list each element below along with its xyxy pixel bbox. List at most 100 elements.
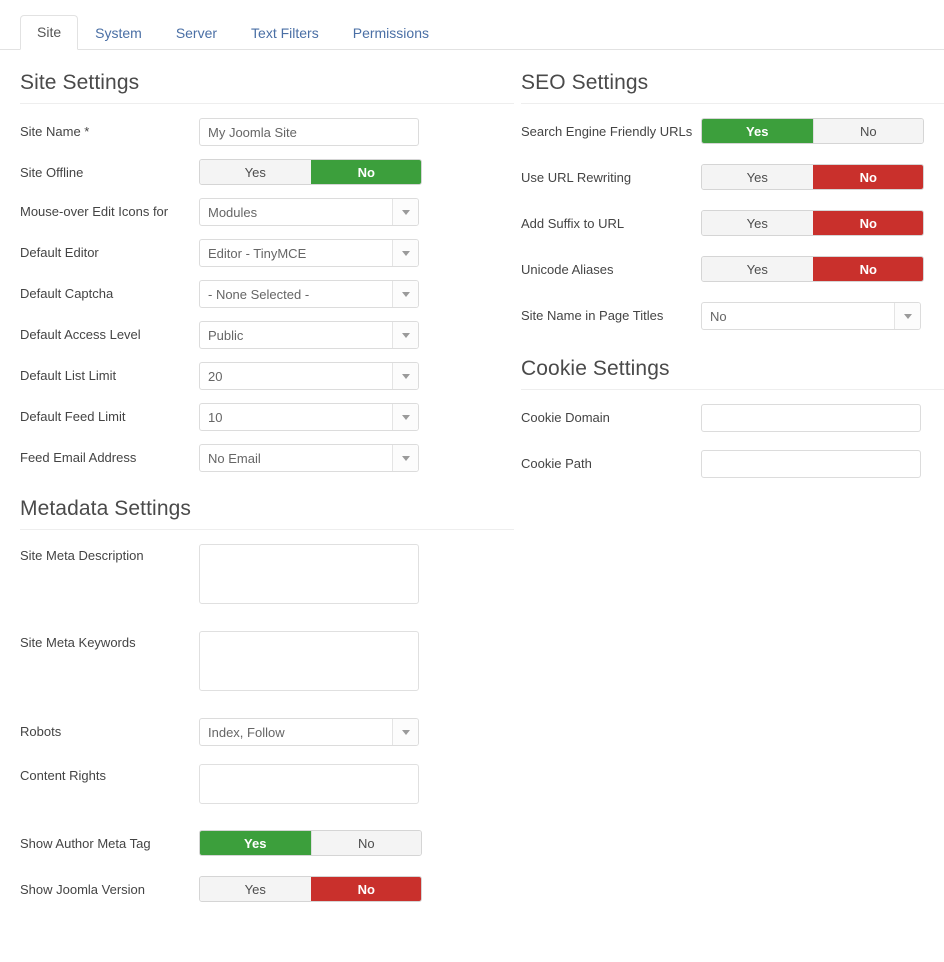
seo-settings-heading: SEO Settings — [521, 71, 649, 94]
control-cookie-domain — [701, 404, 921, 433]
label-site-offline: Site Offline — [20, 165, 84, 181]
field-row-show-author-meta-tag: Show Author Meta Tag Yes No — [20, 830, 514, 857]
default-access-level-select[interactable]: Public — [199, 321, 419, 350]
chevron-down-icon[interactable] — [894, 303, 920, 330]
control-site-name — [199, 118, 419, 147]
control-content-rights — [199, 764, 419, 809]
tab-server[interactable]: Server — [159, 16, 234, 50]
tab-permissions[interactable]: Permissions — [336, 16, 446, 50]
tab-system[interactable]: System — [78, 16, 159, 50]
field-row-cookie-path: Cookie Path — [521, 450, 944, 479]
cookie-path-input[interactable] — [701, 450, 921, 479]
control-sef-urls: Yes No — [701, 118, 924, 145]
add-suffix-yes-option[interactable]: Yes — [702, 211, 813, 236]
tab-system-label: System — [95, 25, 142, 41]
url-rewriting-toggle[interactable]: Yes No — [701, 164, 924, 191]
sef-urls-no-option[interactable]: No — [812, 119, 923, 144]
default-editor-select[interactable]: Editor - TinyMCE — [199, 239, 419, 268]
unicode-aliases-yes-option[interactable]: Yes — [702, 257, 813, 282]
site-offline-toggle[interactable]: Yes No — [199, 159, 422, 186]
site-name-in-page-titles-value: No — [710, 308, 727, 324]
chevron-down-icon[interactable] — [392, 404, 418, 431]
label-add-suffix: Add Suffix to URL — [521, 216, 625, 232]
site-offline-yes-option[interactable]: Yes — [200, 160, 311, 185]
label-site-name-in-page-titles: Site Name in Page Titles — [521, 308, 664, 324]
field-row-sef-urls: Search Engine Friendly URLs Yes No — [521, 118, 944, 145]
chevron-down-icon[interactable] — [392, 281, 418, 308]
show-joomla-version-toggle[interactable]: Yes No — [199, 876, 422, 903]
chevron-down-icon[interactable] — [392, 199, 418, 226]
chevron-down-icon[interactable] — [392, 363, 418, 390]
sef-urls-toggle[interactable]: Yes No — [701, 118, 924, 145]
content-rights-textarea[interactable] — [199, 764, 419, 805]
site-offline-no-option[interactable]: No — [310, 160, 421, 185]
control-default-captcha: - None Selected - — [199, 280, 419, 309]
url-rewriting-no-option[interactable]: No — [812, 165, 923, 190]
default-feed-limit-select[interactable]: 10 — [199, 403, 419, 432]
add-suffix-no-option[interactable]: No — [812, 211, 923, 236]
default-captcha-select[interactable]: - None Selected - — [199, 280, 419, 309]
cookie-settings-heading: Cookie Settings — [521, 357, 670, 381]
show-joomla-version-yes-option[interactable]: Yes — [200, 877, 311, 902]
field-row-show-joomla-version: Show Joomla Version Yes No — [20, 876, 514, 903]
control-default-feed-limit: 10 — [199, 403, 419, 432]
control-site-offline: Yes No — [199, 159, 422, 186]
chevron-down-icon[interactable] — [392, 445, 418, 472]
label-default-access-level: Default Access Level — [20, 327, 141, 343]
chevron-down-icon[interactable] — [392, 322, 418, 349]
site-meta-description-textarea[interactable] — [199, 544, 419, 605]
default-list-limit-select[interactable]: 20 — [199, 362, 419, 391]
control-show-joomla-version: Yes No — [199, 876, 422, 903]
field-row-default-editor: Default Editor Editor - TinyMCE — [20, 239, 514, 268]
control-unicode-aliases: Yes No — [701, 256, 924, 283]
label-show-author-meta-tag: Show Author Meta Tag — [20, 836, 151, 852]
mouseover-edit-icons-value: Modules — [208, 204, 258, 220]
default-access-level-value: Public — [208, 327, 244, 343]
chevron-down-icon[interactable] — [392, 240, 418, 267]
feed-email-address-value: No Email — [208, 450, 261, 466]
tab-text-filters[interactable]: Text Filters — [234, 16, 336, 50]
default-list-limit-value: 20 — [208, 368, 223, 384]
show-author-meta-tag-toggle[interactable]: Yes No — [199, 830, 422, 857]
show-joomla-version-no-option[interactable]: No — [310, 877, 421, 902]
field-row-mouseover-edit-icons: Mouse-over Edit Icons for Modules — [20, 198, 514, 227]
label-default-editor: Default Editor — [20, 245, 99, 261]
control-cookie-path — [701, 450, 921, 479]
add-suffix-toggle[interactable]: Yes No — [701, 210, 924, 237]
unicode-aliases-toggle[interactable]: Yes No — [701, 256, 924, 283]
field-row-default-feed-limit: Default Feed Limit 10 — [20, 403, 514, 432]
default-feed-limit-value: 10 — [208, 409, 223, 425]
cookie-domain-input[interactable] — [701, 404, 921, 433]
mouseover-edit-icons-select[interactable]: Modules — [199, 198, 419, 227]
control-show-author-meta-tag: Yes No — [199, 830, 422, 857]
field-row-default-captcha: Default Captcha - None Selected - — [20, 280, 514, 309]
show-author-meta-tag-no-option[interactable]: No — [310, 831, 421, 856]
chevron-down-icon[interactable] — [392, 719, 418, 746]
control-mouseover-edit-icons: Modules — [199, 198, 419, 227]
label-mouseover-edit-icons: Mouse-over Edit Icons for — [20, 204, 169, 220]
site-name-input[interactable] — [199, 118, 419, 147]
label-robots: Robots — [20, 724, 62, 740]
tab-site[interactable]: Site — [20, 15, 79, 50]
site-name-in-page-titles-select[interactable]: No — [701, 302, 921, 331]
label-default-captcha: Default Captcha — [20, 286, 114, 302]
feed-email-address-select[interactable]: No Email — [199, 444, 419, 473]
site-settings-divider — [20, 103, 514, 105]
label-default-feed-limit: Default Feed Limit — [20, 409, 126, 425]
site-meta-keywords-textarea[interactable] — [199, 631, 419, 692]
field-row-site-meta-description: Site Meta Description — [20, 544, 514, 609]
field-row-site-name-in-page-titles: Site Name in Page Titles No — [521, 302, 944, 331]
field-row-robots: Robots Index, Follow — [20, 718, 514, 747]
field-row-unicode-aliases: Unicode Aliases Yes No — [521, 256, 944, 283]
show-author-meta-tag-yes-option[interactable]: Yes — [200, 831, 311, 856]
tab-list: Site System Server Text Filters Permissi… — [20, 15, 446, 50]
cookie-settings-divider — [521, 389, 944, 391]
url-rewriting-yes-option[interactable]: Yes — [702, 165, 813, 190]
control-feed-email-address: No Email — [199, 444, 419, 473]
sef-urls-yes-option[interactable]: Yes — [702, 119, 813, 144]
control-site-name-in-page-titles: No — [701, 302, 921, 331]
left-column: Site Settings Site Name * Site Offline Y… — [20, 64, 514, 915]
unicode-aliases-no-option[interactable]: No — [812, 257, 923, 282]
label-content-rights: Content Rights — [20, 768, 106, 784]
robots-select[interactable]: Index, Follow — [199, 718, 419, 747]
